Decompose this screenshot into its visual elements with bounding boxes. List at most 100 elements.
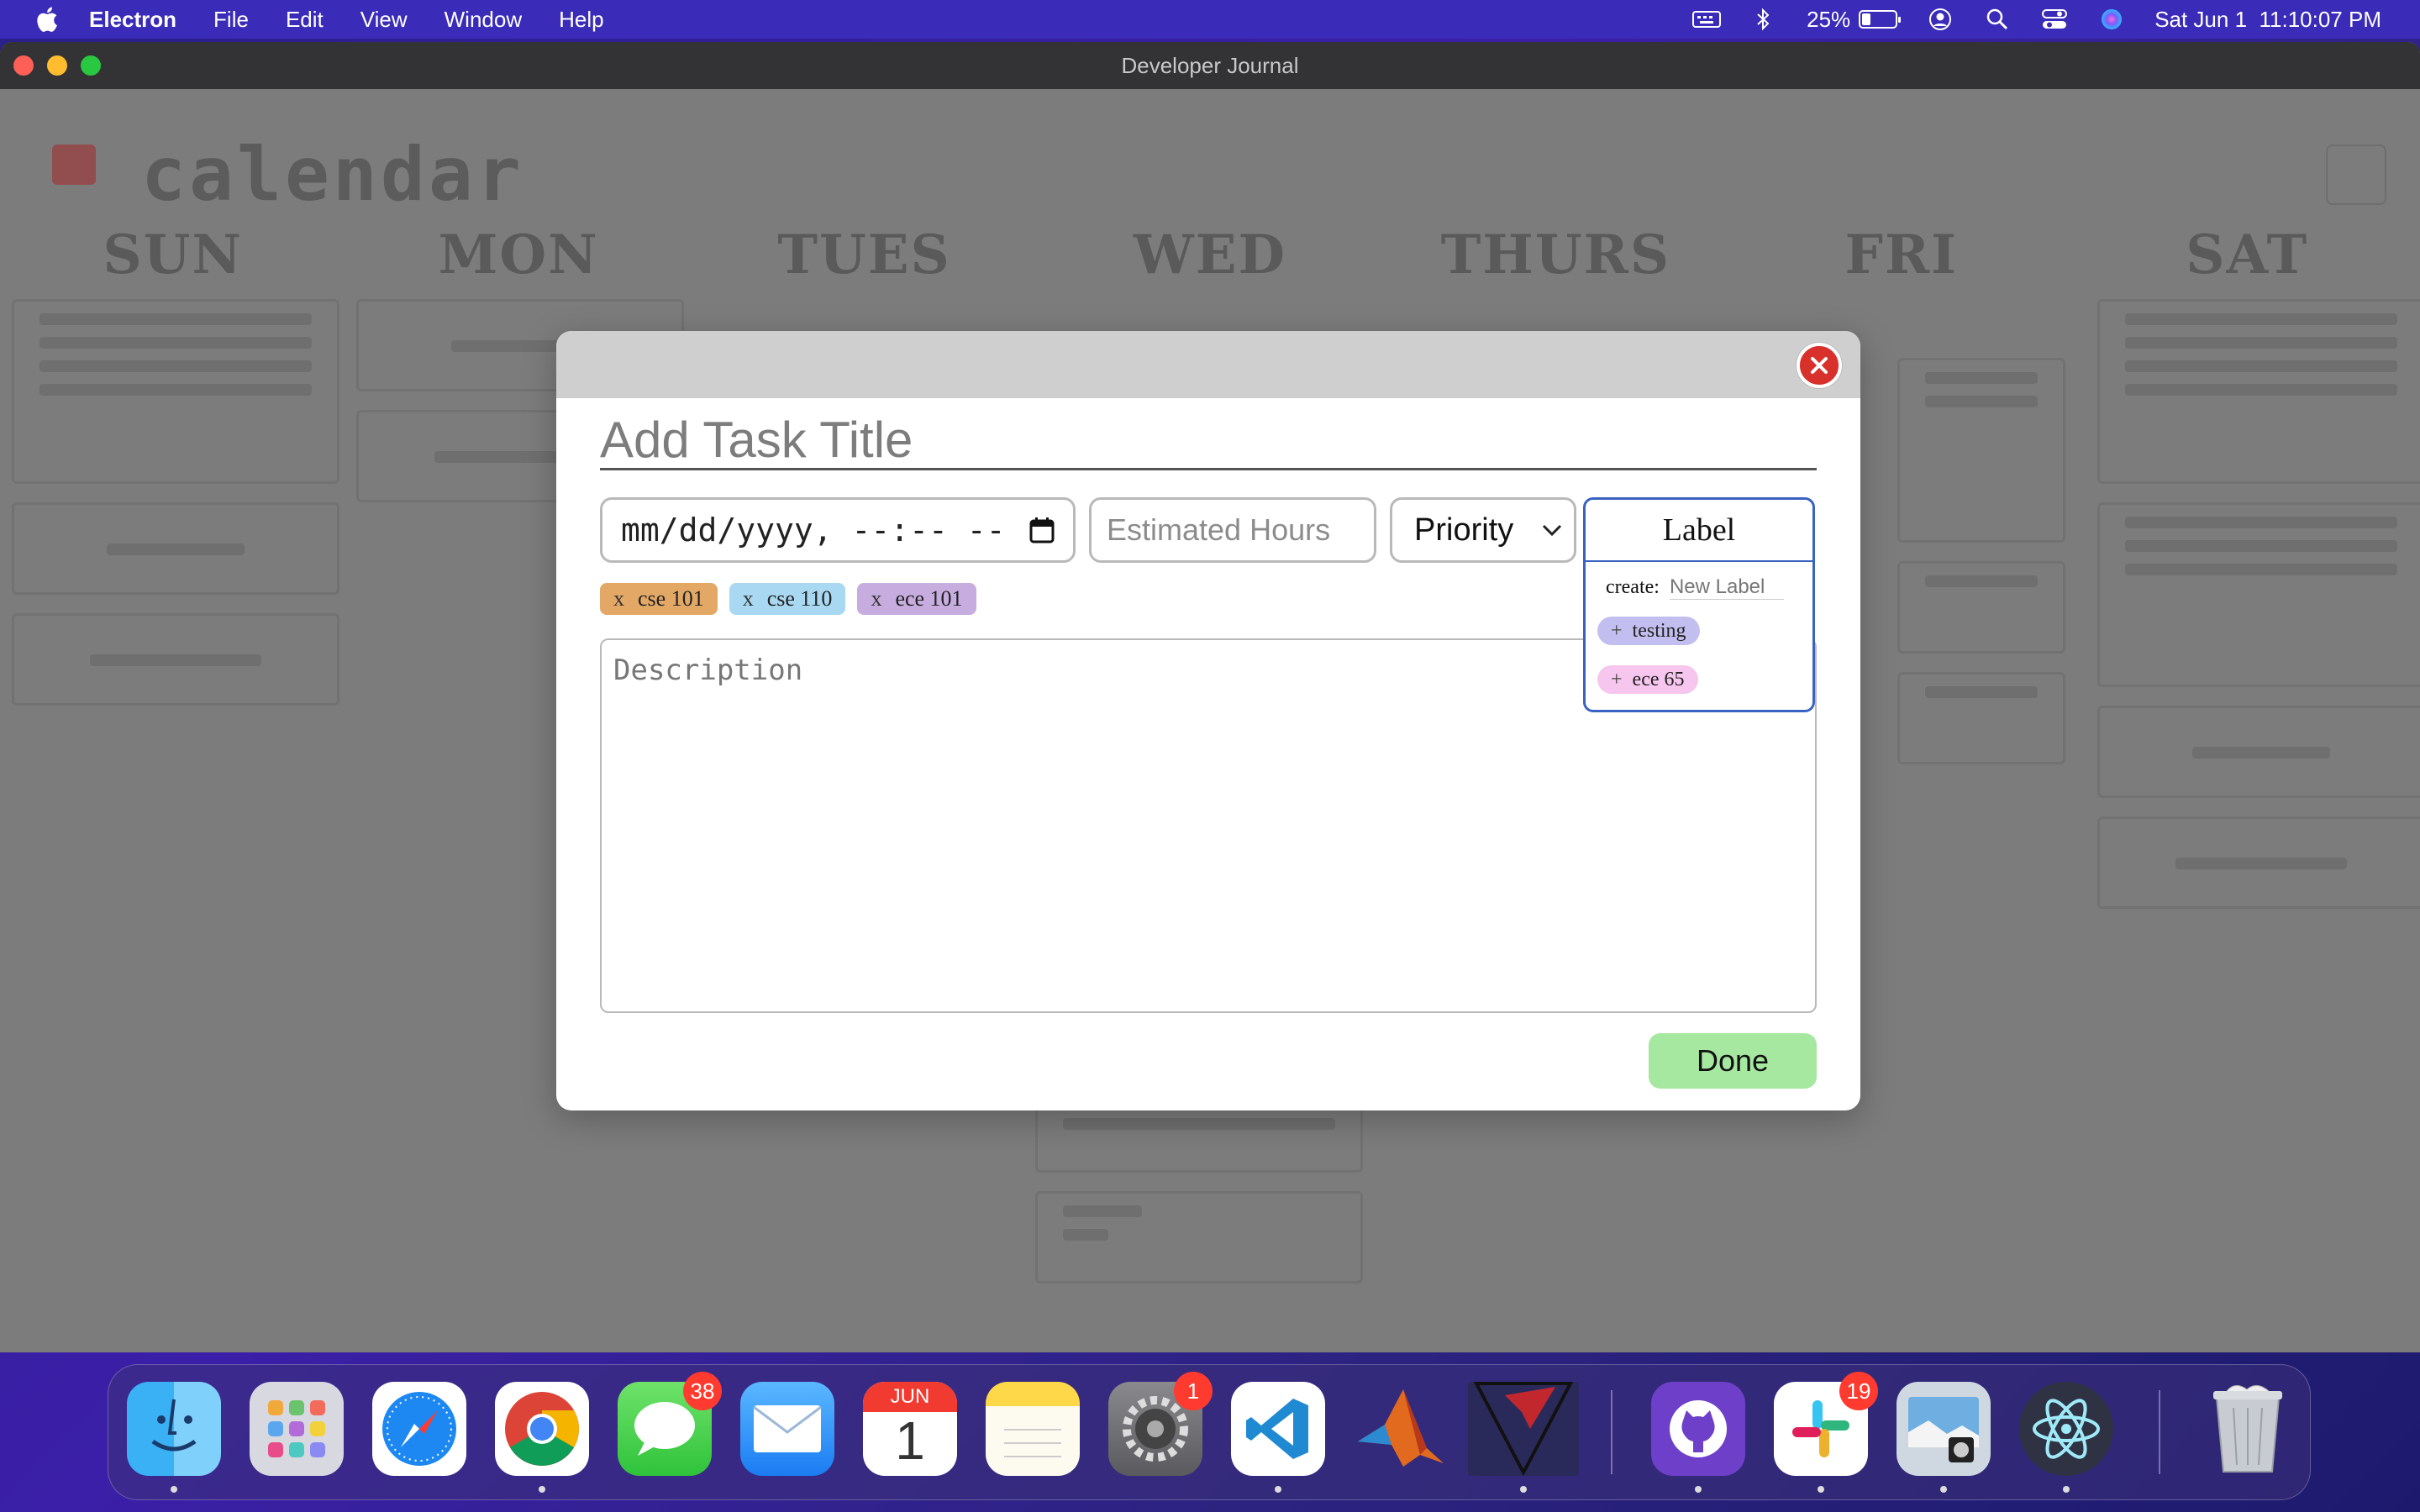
battery-icon [1859, 10, 1902, 29]
add-journal-card[interactable] [2097, 816, 2420, 909]
apple-icon[interactable] [34, 5, 59, 34]
task-title-input[interactable] [600, 412, 1817, 470]
user-account-icon[interactable] [1926, 8, 1954, 31]
day-column-wed [1035, 1080, 1363, 1302]
window-titlebar[interactable]: Developer Journal [0, 42, 2420, 89]
dock-quartus[interactable] [1468, 1382, 1579, 1493]
label-option-ece-65[interactable]: + ece 65 [1597, 665, 1698, 694]
window-controls [13, 55, 101, 76]
add-journal-card[interactable] [1897, 672, 2065, 764]
label-option-testing[interactable]: + testing [1597, 617, 1700, 645]
label-chip-ece-101[interactable]: x ece 101 [857, 583, 976, 615]
dock-safari[interactable] [372, 1382, 466, 1476]
label-options: + testing [1586, 617, 1812, 645]
label-chip-cse-101[interactable]: x cse 101 [600, 583, 718, 615]
day-header-sun: SUN [103, 223, 243, 286]
keyboard-icon[interactable] [1692, 8, 1722, 31]
menu-help[interactable]: Help [559, 7, 603, 33]
clock-datetime[interactable]: Sat Jun 1 11:10:07 PM [2154, 7, 2381, 33]
slack-badge: 19 [1839, 1372, 1878, 1410]
day-column-sat [2097, 299, 2420, 927]
calendar-menu-button[interactable] [2326, 144, 2386, 205]
zoom-window-button[interactable] [81, 55, 101, 76]
dock-launchpad[interactable] [250, 1382, 344, 1476]
new-label-input[interactable] [1669, 575, 1784, 600]
dock-calendar[interactable]: JUN 1 [863, 1382, 957, 1476]
task-card[interactable] [2097, 502, 2420, 687]
task-card[interactable] [12, 299, 339, 484]
task-card[interactable] [1897, 358, 2065, 543]
remove-label-icon[interactable]: x [613, 586, 624, 612]
menu-window[interactable]: Window [445, 7, 522, 33]
day-headers: SUN MON TUES WED THURS FRI SAT [0, 223, 2420, 286]
label-chip-text: cse 101 [638, 586, 704, 611]
add-label-icon: + [1611, 619, 1623, 642]
task-card[interactable] [1035, 1191, 1363, 1284]
day-header-thurs: THURS [1440, 223, 1671, 286]
dock-separator [1611, 1390, 1612, 1474]
dock-trash[interactable] [2201, 1382, 2295, 1476]
label-chip-text: ece 101 [895, 586, 963, 611]
github-octocat-icon [1670, 1400, 1727, 1457]
calendar-icon[interactable] [1029, 517, 1055, 543]
remove-label-icon[interactable]: x [871, 586, 881, 612]
priority-value: Priority [1414, 512, 1514, 548]
dock-electron[interactable] [2019, 1382, 2113, 1493]
close-icon [1811, 357, 1828, 374]
calendar-dock-day: 1 [895, 1410, 925, 1471]
dock-messages[interactable]: 38 [618, 1372, 722, 1476]
menu-edit[interactable]: Edit [286, 7, 324, 33]
dock-vscode[interactable] [1231, 1382, 1325, 1493]
bluetooth-icon[interactable] [1749, 8, 1778, 31]
add-task-card[interactable] [12, 502, 339, 595]
day-header-tues: TUES [777, 223, 951, 286]
dock-preview[interactable] [1897, 1382, 1991, 1493]
dock-finder[interactable] [127, 1382, 221, 1493]
battery-percent: 25% [1807, 6, 1851, 32]
search-icon[interactable] [1983, 8, 2012, 31]
close-window-button[interactable] [13, 55, 34, 76]
task-card[interactable] [2097, 299, 2420, 484]
remove-label-icon[interactable]: x [743, 586, 754, 612]
estimated-hours-input[interactable] [1089, 497, 1376, 563]
menu-file[interactable]: File [213, 7, 249, 33]
control-center-icon[interactable] [2040, 8, 2069, 31]
dock-mail[interactable] [740, 1382, 834, 1476]
add-task-card[interactable] [1897, 561, 2065, 654]
dock-system-settings[interactable]: 1 [1108, 1372, 1213, 1476]
chevron-down-icon [1542, 524, 1562, 537]
add-task-modal: mm/dd/yyyy, --:-- -- Priority x cse 101 … [556, 331, 1860, 1110]
day-header-wed: WED [1133, 223, 1287, 286]
label-options-2: + ece 65 [1586, 665, 1812, 694]
battery-status[interactable]: 25% [1807, 6, 1902, 33]
notes-icon [1004, 1429, 1061, 1457]
label-chip-cse-110[interactable]: x cse 110 [729, 583, 846, 615]
day-header-mon: MON [438, 223, 599, 286]
due-date-input[interactable]: mm/dd/yyyy, --:-- -- [600, 497, 1076, 563]
priority-select[interactable]: Priority [1390, 497, 1576, 563]
dock-slack[interactable]: 19 [1774, 1372, 1878, 1493]
vscode-icon [1246, 1399, 1308, 1459]
minimize-window-button[interactable] [47, 55, 67, 76]
menu-app-name[interactable]: Electron [89, 7, 176, 33]
day-header-sat: SAT [2186, 223, 2309, 286]
dock-separator [2159, 1390, 2160, 1474]
safari-compass-icon [382, 1392, 456, 1466]
modal-header [556, 331, 1860, 398]
add-label-icon: + [1611, 668, 1623, 690]
siri-icon[interactable] [2097, 8, 2126, 31]
add-task-card[interactable] [2097, 706, 2420, 798]
dock-notes[interactable] [986, 1382, 1080, 1476]
menu-view[interactable]: View [360, 7, 408, 33]
quartus-icon [1473, 1382, 1574, 1477]
menu-bar: Electron File Edit View Window Help 25% … [0, 0, 2420, 39]
label-dropdown-toggle[interactable]: Label [1586, 500, 1812, 562]
dock-matlab[interactable] [1354, 1382, 1448, 1476]
dock-github-desktop[interactable] [1651, 1382, 1745, 1493]
done-button[interactable]: Done [1649, 1033, 1817, 1089]
task-fields-row: mm/dd/yyyy, --:-- -- Priority [600, 497, 1576, 563]
window-title: Developer Journal [1121, 52, 1299, 78]
dock-chrome[interactable] [495, 1382, 589, 1493]
add-journal-card[interactable] [12, 613, 339, 706]
close-modal-button[interactable] [1797, 343, 1842, 388]
